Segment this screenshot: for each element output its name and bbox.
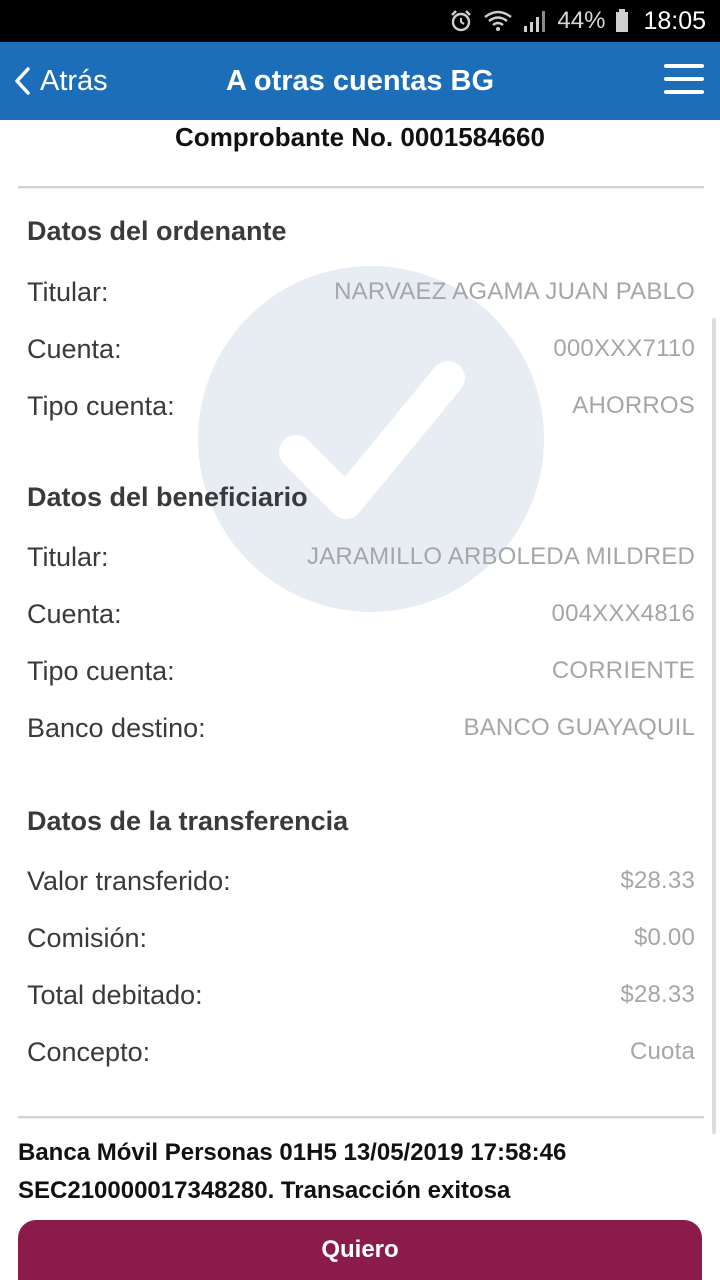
section-title-ordenante: Datos del ordenante — [27, 216, 287, 246]
chevron-left-icon — [15, 67, 30, 95]
beneficiario-titular-row: Titular: JARAMILLO ARBOLEDA MILDRED — [27, 537, 695, 577]
back-button[interactable]: Atrás — [12, 42, 108, 120]
row-value: $28.33 — [620, 867, 695, 894]
clock: 18:05 — [643, 6, 706, 35]
transferencia-comision-row: Comisión: $0.00 — [27, 918, 695, 958]
ordenante-titular-row: Titular: NARVAEZ AGAMA JUAN PABLO — [27, 272, 695, 312]
row-value: BANCO GUAYAQUIL — [463, 714, 695, 741]
row-label: Valor transferido: — [27, 865, 231, 896]
receipt-number: Comprobante No. 0001584660 — [175, 122, 545, 152]
divider-top — [18, 186, 704, 189]
row-label: Tipo cuenta: — [27, 655, 175, 686]
section-title-transferencia: Datos de la transferencia — [27, 806, 349, 836]
footer-line-1: Banca Móvil Personas 01H5 13/05/2019 17:… — [18, 1139, 567, 1166]
battery-icon — [615, 9, 629, 33]
scrollbar[interactable] — [712, 318, 716, 1134]
wifi-icon — [483, 9, 513, 33]
row-value: CORRIENTE — [551, 657, 695, 684]
app-bar: Atrás A otras cuentas BG — [0, 42, 720, 120]
transferencia-total-row: Total debitado: $28.33 — [27, 975, 695, 1015]
row-value: 000XXX7110 — [553, 335, 695, 362]
row-label: Comisión: — [27, 922, 148, 953]
ordenante-cuenta-row: Cuenta: 000XXX7110 — [27, 329, 695, 369]
ordenante-tipo-cuenta-row: Tipo cuenta: AHORROS — [27, 386, 695, 426]
signal-icon — [523, 10, 547, 32]
battery-percentage: 44% — [557, 7, 606, 34]
row-value: Cuota — [629, 1038, 695, 1065]
row-label: Titular: — [27, 276, 109, 307]
row-label: Cuenta: — [27, 333, 122, 364]
page-title: A otras cuentas BG — [225, 64, 495, 97]
back-label: Atrás — [40, 64, 108, 97]
row-label: Banco destino: — [27, 712, 206, 743]
transferencia-concepto-row: Concepto: Cuota — [27, 1032, 695, 1072]
section-title-beneficiario: Datos del beneficiario — [27, 482, 308, 512]
row-label: Tipo cuenta: — [27, 390, 175, 421]
row-value: 004XXX4816 — [551, 600, 695, 627]
status-bar-icons: 44% 18:05 — [449, 0, 706, 42]
status-bar: 44% 18:05 — [0, 0, 720, 42]
row-label: Cuenta: — [27, 598, 122, 629]
row-value: NARVAEZ AGAMA JUAN PABLO — [334, 278, 695, 305]
row-label: Concepto: — [27, 1036, 151, 1067]
divider-bottom — [18, 1116, 704, 1119]
quiero-button[interactable]: Quiero — [18, 1220, 702, 1280]
row-value: AHORROS — [572, 392, 695, 419]
transaction-footer: Banca Móvil Personas 01H5 13/05/2019 17:… — [18, 1134, 708, 1210]
menu-icon[interactable] — [664, 64, 704, 96]
alarm-icon — [449, 9, 473, 33]
row-label: Total debitado: — [27, 979, 203, 1010]
row-label: Titular: — [27, 541, 109, 572]
beneficiario-tipo-cuenta-row: Tipo cuenta: CORRIENTE — [27, 651, 695, 691]
beneficiario-banco-row: Banco destino: BANCO GUAYAQUIL — [27, 708, 695, 748]
transferencia-valor-row: Valor transferido: $28.33 — [27, 861, 695, 901]
row-value: $0.00 — [633, 924, 695, 951]
beneficiario-cuenta-row: Cuenta: 004XXX4816 — [27, 594, 695, 634]
row-value: JARAMILLO ARBOLEDA MILDRED — [307, 543, 695, 570]
row-value: $28.33 — [620, 981, 695, 1008]
footer-line-2: SEC210000017348280. Transacción exitosa — [18, 1177, 511, 1204]
